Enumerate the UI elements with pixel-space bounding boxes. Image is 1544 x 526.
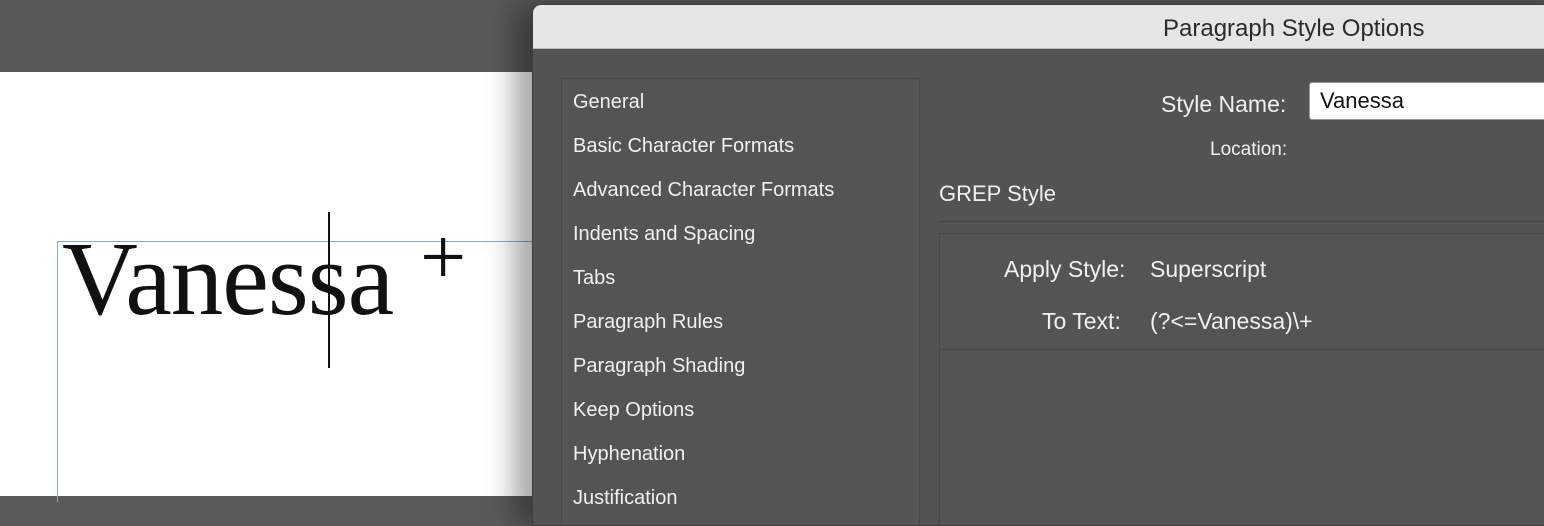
apply-style-label: Apply Style: [1004,256,1126,282]
style-name-label: Style Name: [1161,91,1287,117]
document-text[interactable]: Vanessa [62,226,394,331]
location-label: Location: [1210,139,1288,160]
to-text-value[interactable]: (?<=Vanessa)\+ [1150,308,1313,335]
style-name-input[interactable] [1309,82,1544,120]
category-keep-options[interactable]: Keep Options [573,399,694,422]
section-title: GREP Style [939,181,1056,206]
apply-style-value[interactable]: Superscript [1150,256,1266,283]
dialog-title-bar[interactable]: Paragraph Style Options [533,5,1544,49]
category-hyphenation[interactable]: Hyphenation [573,443,685,466]
text-cursor [328,212,330,368]
section-divider [939,221,1544,222]
document-superscript-plus[interactable]: + [420,216,466,298]
paragraph-style-options-dialog: Paragraph Style Options General Basic Ch… [532,4,1544,526]
category-list: General Basic Character Formats Advanced… [561,78,920,525]
category-tabs[interactable]: Tabs [573,267,615,290]
grep-style-list[interactable]: Apply Style: Superscript To Text: (?<=Va… [939,233,1544,525]
category-advanced-character-formats[interactable]: Advanced Character Formats [573,179,834,202]
dialog-title: Paragraph Style Options [1163,15,1425,42]
category-indents-and-spacing[interactable]: Indents and Spacing [573,223,755,246]
grep-row-divider [940,349,1544,350]
category-paragraph-shading[interactable]: Paragraph Shading [573,355,745,378]
category-paragraph-rules[interactable]: Paragraph Rules [573,311,723,334]
to-text-label: To Text: [1042,308,1121,334]
category-justification[interactable]: Justification [573,487,678,510]
category-basic-character-formats[interactable]: Basic Character Formats [573,135,794,158]
category-general[interactable]: General [573,91,644,114]
